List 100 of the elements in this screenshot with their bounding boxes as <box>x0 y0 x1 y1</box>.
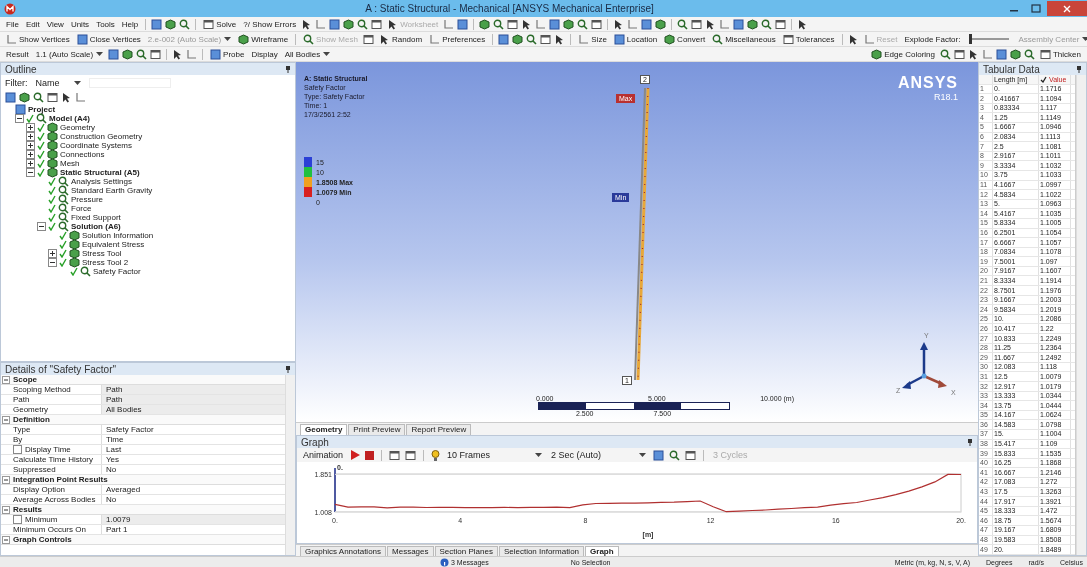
toolbar-button[interactable]: Wireframe <box>236 33 291 45</box>
cube-icon[interactable] <box>47 149 58 160</box>
tree-item[interactable]: Project <box>28 105 56 114</box>
square-icon[interactable] <box>498 33 510 45</box>
expand-icon[interactable] <box>48 249 57 258</box>
cursor-icon[interactable] <box>61 92 72 103</box>
square-icon[interactable] <box>15 104 26 115</box>
slider-thumb[interactable] <box>969 34 973 44</box>
checkmark-icon[interactable] <box>1040 75 1047 83</box>
play-icon[interactable] <box>350 450 361 460</box>
scroll-bar[interactable] <box>285 375 295 555</box>
cursor-icon[interactable] <box>968 48 979 60</box>
toolbar-button[interactable]: Show Vertices <box>4 33 72 45</box>
magnifier-icon[interactable] <box>136 48 148 60</box>
property-value[interactable]: All Bodies <box>102 405 285 414</box>
cube-icon[interactable] <box>19 92 30 103</box>
property-value[interactable]: No <box>102 465 285 474</box>
window-icon[interactable] <box>540 33 552 45</box>
close-icon[interactable] <box>1062 3 1072 14</box>
pin-icon[interactable] <box>285 65 291 73</box>
tree-item[interactable]: Solution Information <box>82 231 154 240</box>
magnifier-icon[interactable] <box>669 449 681 461</box>
tree-item[interactable]: Analysis Settings <box>71 177 132 186</box>
menu-item[interactable]: View <box>44 19 66 29</box>
menu-item[interactable]: Help <box>119 19 141 29</box>
cursor-icon[interactable] <box>378 33 390 45</box>
property-value[interactable]: Path <box>102 395 285 404</box>
magnifier-icon[interactable] <box>712 33 724 45</box>
square-icon[interactable] <box>996 48 1007 60</box>
window-icon[interactable] <box>405 449 417 461</box>
toolbar-button[interactable]: Thicken <box>1038 48 1083 60</box>
window-icon[interactable] <box>389 449 401 461</box>
toolbar-button[interactable]: Tolerances <box>780 33 837 45</box>
window-icon[interactable] <box>691 18 703 30</box>
property-value[interactable]: Averaged <box>102 485 285 494</box>
toolbar-button[interactable]: Close Vertices <box>74 33 143 45</box>
menu-item[interactable]: File <box>4 19 21 29</box>
lightbulb-icon[interactable] <box>431 449 441 461</box>
magnifier-icon[interactable] <box>58 185 69 196</box>
property-value[interactable]: No <box>102 495 285 504</box>
tree-item[interactable]: Safety Factor <box>93 267 141 276</box>
toolbar-button[interactable]: ?/ Show Errors <box>241 19 299 29</box>
square-icon[interactable] <box>151 18 163 30</box>
square-icon[interactable] <box>549 18 561 30</box>
window-icon[interactable] <box>782 33 794 45</box>
window-icon[interactable] <box>775 18 787 30</box>
magnifier-icon[interactable] <box>1024 48 1035 60</box>
checkbox[interactable] <box>13 445 22 454</box>
property-value[interactable]: Safety Factor <box>102 425 285 434</box>
menu-item[interactable]: Tools <box>94 19 117 29</box>
toolbar-button[interactable]: Preferences <box>427 33 488 45</box>
magnifier-icon[interactable] <box>58 221 69 232</box>
toolbar-button[interactable]: Random <box>376 33 425 45</box>
magnifier-icon[interactable] <box>357 18 369 30</box>
window-icon[interactable] <box>685 449 697 461</box>
filter-dropdown[interactable]: Name <box>33 78 83 88</box>
cursor-icon[interactable] <box>847 33 859 45</box>
toolbar-button[interactable]: Location <box>611 33 660 45</box>
toolbar-button[interactable]: Convert <box>662 33 708 45</box>
square-icon[interactable] <box>210 48 222 60</box>
magnifier-icon[interactable] <box>80 266 91 277</box>
magnifier-icon[interactable] <box>36 113 47 124</box>
cube-icon[interactable] <box>47 131 58 142</box>
tree-item[interactable]: Static Structural (A5) <box>60 168 140 177</box>
tree-item[interactable]: Construction Geometry <box>60 132 143 141</box>
magnifier-icon[interactable] <box>677 18 689 30</box>
property-value[interactable]: Time <box>102 435 285 444</box>
square-icon[interactable] <box>653 449 665 461</box>
tree-item[interactable]: Solution (A6) <box>71 222 121 231</box>
cube-icon[interactable] <box>69 257 80 268</box>
tree-item[interactable]: Stress Tool <box>82 249 122 258</box>
expand-icon[interactable] <box>26 132 35 141</box>
checkbox[interactable] <box>13 515 22 524</box>
cube-icon[interactable] <box>69 248 80 259</box>
tree-item[interactable]: Equivalent Stress <box>82 240 145 249</box>
property-value[interactable]: 1.0079 <box>102 515 285 524</box>
window-icon[interactable] <box>362 33 374 45</box>
pin-icon[interactable] <box>285 365 291 373</box>
window-icon[interactable] <box>1040 48 1051 60</box>
square-icon[interactable] <box>76 33 88 45</box>
tree-item[interactable]: Pressure <box>71 195 103 204</box>
toolbar-button[interactable]: Probe <box>208 48 247 60</box>
property-value[interactable]: Part 1 <box>102 525 285 534</box>
square-icon[interactable] <box>108 48 120 60</box>
collapse-icon[interactable] <box>15 114 24 123</box>
magnifier-icon[interactable] <box>58 203 69 214</box>
menu-item[interactable]: Edit <box>23 19 42 29</box>
window-icon[interactable] <box>150 48 162 60</box>
cube-icon[interactable] <box>1010 48 1021 60</box>
magnifier-icon[interactable] <box>58 194 69 205</box>
magnifier-icon[interactable] <box>58 176 69 187</box>
square-icon[interactable] <box>733 18 745 30</box>
window-icon[interactable] <box>371 18 383 30</box>
square-icon[interactable] <box>457 18 469 30</box>
expand-icon[interactable] <box>26 141 35 150</box>
toolbar-button[interactable]: Edge Coloring <box>869 48 937 60</box>
expand-icon[interactable] <box>26 123 35 132</box>
collapse-icon[interactable] <box>48 258 57 267</box>
dropdown[interactable]: All Bodies <box>282 49 333 59</box>
square-icon[interactable] <box>329 18 341 30</box>
